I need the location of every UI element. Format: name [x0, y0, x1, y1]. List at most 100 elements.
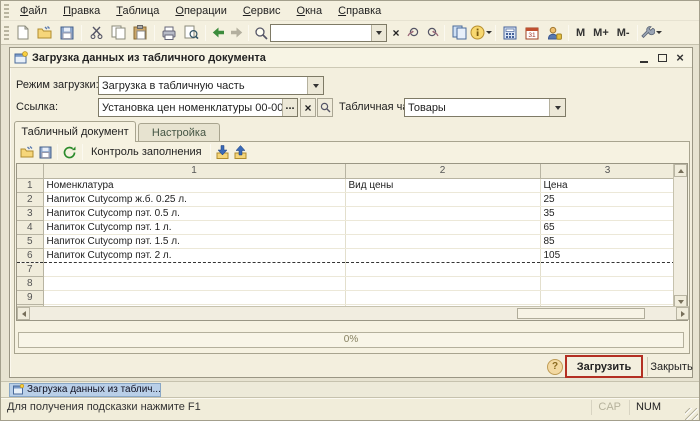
- row-number-cell[interactable]: 6: [17, 248, 44, 263]
- import-button[interactable]: [214, 142, 232, 162]
- dialog-title-bar[interactable]: Загрузка данных из табличного документа …: [10, 48, 692, 68]
- help-button[interactable]: ?: [547, 359, 563, 375]
- maximize-button[interactable]: [654, 51, 670, 65]
- forward-button[interactable]: [227, 23, 245, 43]
- export-button[interactable]: [232, 142, 250, 162]
- find-button[interactable]: [252, 23, 270, 43]
- close-dialog-button[interactable]: Закрыть: [647, 357, 695, 376]
- print-preview-button[interactable]: [180, 23, 202, 43]
- link-browse-button[interactable]: ...: [282, 99, 297, 116]
- menu-windows[interactable]: Окна: [289, 3, 331, 19]
- menu-operations[interactable]: Операции: [167, 3, 234, 19]
- open-button[interactable]: [34, 23, 56, 43]
- grid-cell[interactable]: Цена: [540, 178, 676, 193]
- column-header[interactable]: 3: [540, 164, 676, 179]
- find-previous-button[interactable]: [423, 23, 441, 43]
- link-clear-button[interactable]: ×: [300, 98, 316, 117]
- grid-cell[interactable]: [43, 262, 346, 277]
- row-number-cell[interactable]: 5: [17, 234, 44, 249]
- grid-cell[interactable]: [345, 192, 541, 207]
- grid-cell[interactable]: [540, 290, 676, 305]
- grid-cell[interactable]: 105: [540, 248, 676, 263]
- taskbar-item-load-dialog[interactable]: Загрузка данных из таблич...: [9, 382, 161, 397]
- vertical-scrollbar[interactable]: [673, 164, 687, 308]
- grid-cell[interactable]: [345, 248, 541, 263]
- back-button[interactable]: [209, 23, 227, 43]
- calendar-button[interactable]: 31: [521, 23, 543, 43]
- info-button[interactable]: [470, 23, 492, 43]
- cut-button[interactable]: [85, 23, 107, 43]
- memory-m-button[interactable]: M: [572, 25, 589, 41]
- row-number-cell[interactable]: 3: [17, 206, 44, 221]
- grid-cell[interactable]: 35: [540, 206, 676, 221]
- tab-settings[interactable]: Настройка: [138, 123, 220, 142]
- refresh-button[interactable]: [61, 142, 79, 162]
- menu-help[interactable]: Справка: [330, 3, 389, 19]
- row-number-cell[interactable]: 8: [17, 276, 44, 291]
- search-dropdown-button[interactable]: [371, 24, 386, 41]
- grid-cell[interactable]: Напиток Cutycomp ж.б. 0.25 л.: [43, 192, 346, 207]
- load-mode-combobox[interactable]: Загрузка в табличную часть: [98, 76, 324, 95]
- grid-cell[interactable]: Напиток Cutycomp пэт. 2 л.: [43, 248, 346, 263]
- menu-edit[interactable]: Правка: [55, 3, 108, 19]
- grid-cell[interactable]: Напиток Cutycomp пэт. 1 л.: [43, 220, 346, 235]
- scroll-up-button[interactable]: [674, 164, 687, 177]
- grid-cell[interactable]: 65: [540, 220, 676, 235]
- paste-button[interactable]: [129, 23, 151, 43]
- grid-cell[interactable]: [345, 234, 541, 249]
- service-button[interactable]: [641, 23, 663, 43]
- grid-cell[interactable]: [345, 290, 541, 305]
- search-clear-button[interactable]: ×: [387, 23, 405, 43]
- grid-cell[interactable]: [345, 276, 541, 291]
- tab-spreadsheet-document[interactable]: Табличный документ: [14, 121, 136, 142]
- grid-cell[interactable]: [345, 262, 541, 277]
- table-part-combobox[interactable]: Товары: [404, 98, 566, 117]
- horizontal-scrollbar[interactable]: [17, 306, 689, 320]
- format-copy-button[interactable]: [448, 23, 470, 43]
- grid-cell[interactable]: [345, 206, 541, 221]
- minimize-button[interactable]: [636, 51, 652, 65]
- grid-cell[interactable]: [345, 220, 541, 235]
- memory-m-minus-button[interactable]: M-: [613, 25, 634, 41]
- grid-cell[interactable]: [540, 276, 676, 291]
- menu-grip[interactable]: [4, 3, 9, 18]
- fill-control-button[interactable]: Контроль заполнения: [86, 146, 207, 158]
- grid-corner-cell[interactable]: [17, 164, 44, 179]
- user-permissions-button[interactable]: [543, 23, 565, 43]
- new-document-button[interactable]: [12, 23, 34, 43]
- load-button[interactable]: Загрузить: [577, 361, 632, 373]
- row-number-cell[interactable]: 1: [17, 178, 44, 193]
- grid-cell[interactable]: [540, 262, 676, 277]
- scroll-left-button[interactable]: [17, 307, 30, 320]
- print-button[interactable]: [158, 23, 180, 43]
- search-input[interactable]: [271, 24, 371, 41]
- row-number-cell[interactable]: 9: [17, 290, 44, 305]
- grid-cell[interactable]: Напиток Cutycomp пэт. 0.5 л.: [43, 206, 346, 221]
- link-open-button[interactable]: [317, 98, 333, 117]
- link-field[interactable]: Установка цен номенклатуры 00-00000 ...: [98, 98, 298, 117]
- panel-open-button[interactable]: [18, 142, 36, 162]
- calculator-button[interactable]: [499, 23, 521, 43]
- panel-save-button[interactable]: [36, 142, 54, 162]
- grid-cell[interactable]: Номенклатура: [43, 178, 346, 193]
- column-header[interactable]: 1: [43, 164, 346, 179]
- grid-cell[interactable]: Вид цены: [345, 178, 541, 193]
- row-number-cell[interactable]: 4: [17, 220, 44, 235]
- row-number-cell[interactable]: 7: [17, 262, 44, 277]
- menu-file[interactable]: Файл: [12, 3, 55, 19]
- grid-cell[interactable]: 85: [540, 234, 676, 249]
- table-part-dropdown-button[interactable]: [549, 99, 565, 116]
- scroll-right-button[interactable]: [676, 307, 689, 320]
- close-button[interactable]: ×: [672, 51, 688, 65]
- toolbar-grip[interactable]: [4, 25, 9, 40]
- copy-button[interactable]: [107, 23, 129, 43]
- grid-cell[interactable]: Напиток Cutycomp пэт. 1.5 л.: [43, 234, 346, 249]
- grid-cell[interactable]: [43, 290, 346, 305]
- resize-grip[interactable]: [685, 408, 698, 420]
- column-header[interactable]: 2: [345, 164, 541, 179]
- grid-cell[interactable]: 25: [540, 192, 676, 207]
- load-mode-dropdown-button[interactable]: [307, 77, 323, 94]
- menu-service[interactable]: Сервис: [235, 3, 289, 19]
- save-button[interactable]: [56, 23, 78, 43]
- row-number-cell[interactable]: 2: [17, 192, 44, 207]
